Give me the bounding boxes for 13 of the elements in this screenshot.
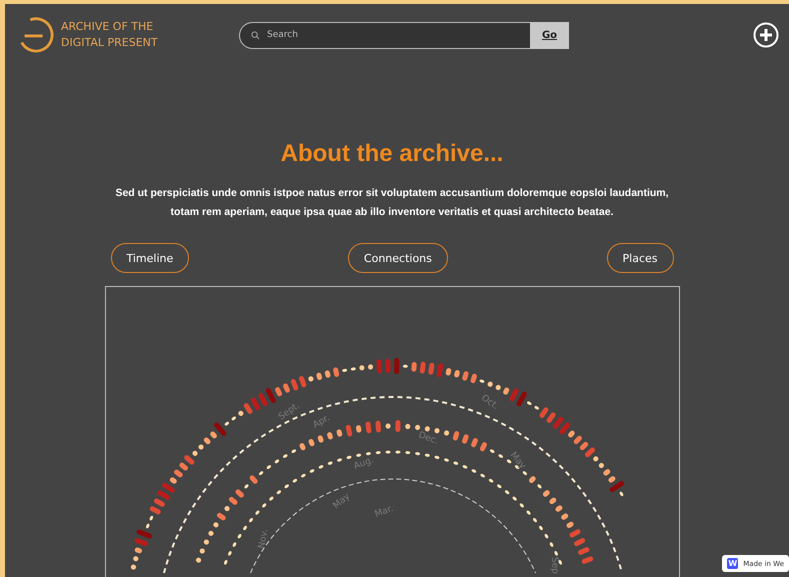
- search-icon: [251, 30, 260, 40]
- intro-text: Sed ut perspiciatis unde omnis istpoe natus error sit voluptatem accusantium doloremque eopsloi laudantium, totam rem aperiam, eaque ipsa quae ab illo inventore veritatis et quasi architecto beatae.: [114, 186, 670, 220]
- search-field[interactable]: Search: [239, 22, 530, 48]
- badge-logo: W: [727, 558, 738, 569]
- page-title: About the archive...: [280, 140, 504, 168]
- view-button[interactable]: Places: [606, 243, 674, 273]
- view-button[interactable]: Connections: [348, 243, 448, 273]
- view-button[interactable]: Timeline: [110, 243, 190, 273]
- site-name: DIGITAL PRESENT: [61, 35, 158, 51]
- site-name: ARCHIVE OF THE: [61, 19, 154, 35]
- go-button[interactable]: Go: [530, 22, 569, 48]
- month-label: Nov.: [256, 528, 270, 550]
- plus-icon[interactable]: [753, 22, 779, 48]
